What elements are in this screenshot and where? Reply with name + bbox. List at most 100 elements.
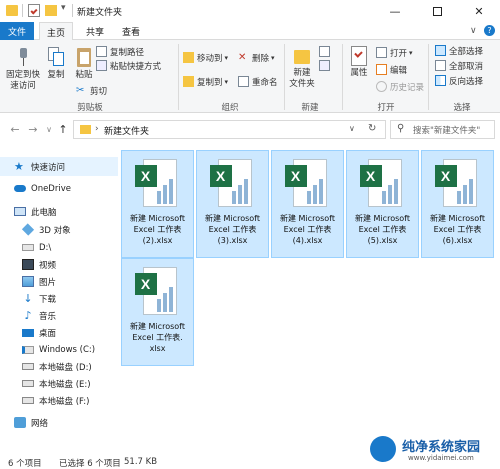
breadcrumb-separator-icon: › <box>95 124 99 134</box>
search-input[interactable]: ⚲ 搜索"新建文件夹" <box>390 120 495 139</box>
desktop-icon <box>22 328 34 337</box>
nav-label: 本地磁盘 (F:) <box>39 396 90 407</box>
move-to-button[interactable]: 移动到 ▾ <box>183 51 228 64</box>
move-to-label: 移动到 <box>197 53 223 64</box>
watermark-logo-icon <box>370 436 396 462</box>
video-icon <box>22 259 34 270</box>
pin-icon <box>16 46 30 68</box>
search-icon: ⚲ <box>397 123 405 134</box>
divider <box>22 4 23 17</box>
excel-file-icon: X <box>358 157 408 211</box>
group-label-select: 选择 <box>453 103 471 113</box>
copy-path-label: 复制路径 <box>110 47 145 58</box>
copy-button[interactable]: 复制 <box>44 46 68 81</box>
nav-label: D:\ <box>39 242 52 253</box>
copy-to-button[interactable]: 复制到 ▾ <box>183 75 228 88</box>
nav-disk-f[interactable]: 本地磁盘 (F:) <box>0 391 118 410</box>
paste-shortcut-button[interactable]: 粘贴快捷方式 <box>96 59 161 72</box>
open-icon <box>376 47 387 58</box>
up-button[interactable]: ↑ <box>56 120 70 139</box>
status-item-count: 6 个项目 <box>8 459 42 469</box>
select-all-button[interactable]: 全部选择 <box>435 44 483 57</box>
download-icon: ↓ <box>23 292 33 305</box>
tab-share[interactable]: 共享 <box>80 22 110 40</box>
select-none-button[interactable]: 全部取消 <box>435 59 483 72</box>
delete-label: 删除 <box>252 53 270 64</box>
new-item-icon[interactable] <box>319 46 330 57</box>
excel-file-icon: X <box>208 157 258 211</box>
close-button[interactable]: ✕ <box>458 0 500 22</box>
forward-button[interactable]: → <box>26 120 40 139</box>
dropdown-icon: ▾ <box>409 48 413 57</box>
nav-quick-access[interactable]: ★ 快速访问 <box>0 157 118 176</box>
easy-access-icon[interactable] <box>319 60 330 71</box>
nav-label: 桌面 <box>39 328 57 339</box>
back-button[interactable]: ← <box>8 120 22 139</box>
pin-label-2: 速访问 <box>10 81 36 91</box>
cut-button[interactable]: ✂ 剪切 <box>76 84 107 97</box>
cloud-icon <box>14 185 26 192</box>
pin-quick-access-button[interactable]: 固定到快 速访问 <box>4 46 42 92</box>
collapse-ribbon-icon[interactable]: ∨ <box>470 26 477 36</box>
tab-file[interactable]: 文件 <box>0 22 34 40</box>
file-name: 新建 Microsoft Excel 工作表 (5).xlsx <box>355 214 410 245</box>
nav-onedrive[interactable]: OneDrive <box>0 179 118 198</box>
watermark-url: www.yidaimei.com <box>408 454 474 462</box>
nav-3d-objects[interactable]: 3D 对象 <box>0 220 118 239</box>
paste-button[interactable]: 粘贴 <box>72 46 96 81</box>
properties-button[interactable]: 属性 <box>346 46 372 79</box>
copy-path-button[interactable]: 复制路径 <box>96 45 144 58</box>
window-title: 新建文件夹 <box>77 8 123 18</box>
copy-path-icon <box>96 46 107 57</box>
scissors-icon: ✂ <box>76 85 85 96</box>
history-label: 历史记录 <box>390 82 425 93</box>
copy-label: 复制 <box>47 70 65 80</box>
edit-button[interactable]: 编辑 <box>376 63 407 76</box>
tab-view[interactable]: 查看 <box>116 22 146 40</box>
paste-shortcut-icon <box>96 60 107 71</box>
history-button[interactable]: 历史记录 <box>376 80 424 93</box>
delete-button[interactable]: ✕ 删除 ▾ <box>238 51 275 64</box>
divider <box>72 4 73 17</box>
nav-this-pc[interactable]: 此电脑 <box>0 202 118 221</box>
nav-network[interactable]: 网络 <box>0 413 118 432</box>
copy-to-icon <box>183 76 194 87</box>
recent-locations-button[interactable]: ∨ <box>42 120 56 139</box>
file-item[interactable]: X 新建 Microsoft Excel 工作表 (6).xlsx <box>421 150 494 258</box>
rename-label: 重命名 <box>252 77 278 88</box>
maximize-button[interactable] <box>416 0 458 22</box>
address-dropdown-icon[interactable]: ∨ <box>349 124 355 133</box>
new-folder-quick-icon[interactable] <box>45 5 57 16</box>
file-item[interactable]: X 新建 Microsoft Excel 工作表 (2).xlsx <box>121 150 194 258</box>
file-item[interactable]: X 新建 Microsoft Excel 工作表 (4).xlsx <box>271 150 344 258</box>
properties-icon <box>351 46 367 66</box>
cube-icon <box>21 223 35 236</box>
divider <box>178 44 179 110</box>
properties-quick-icon[interactable] <box>28 4 40 17</box>
refresh-icon[interactable]: ↻ <box>368 123 376 134</box>
file-item[interactable]: X 新建 Microsoft Excel 工作表 (5).xlsx <box>346 150 419 258</box>
file-item[interactable]: X 新建 Microsoft Excel 工作表 (3).xlsx <box>196 150 269 258</box>
clipboard-icon <box>75 46 93 68</box>
select-none-label: 全部取消 <box>449 61 484 72</box>
nav-label: 本地磁盘 (D:) <box>39 362 92 373</box>
picture-icon <box>22 276 34 287</box>
minimize-button[interactable]: — <box>374 0 416 22</box>
invert-selection-icon <box>435 75 446 86</box>
address-bar[interactable]: › 新建文件夹 ∨ ↻ <box>73 120 386 139</box>
rename-button[interactable]: 重命名 <box>238 75 278 88</box>
customize-quick-access-icon[interactable]: ▾ <box>61 3 66 13</box>
help-icon[interactable]: ? <box>484 25 495 36</box>
invert-selection-button[interactable]: 反向选择 <box>435 74 483 87</box>
tab-home[interactable]: 主页 <box>39 22 73 41</box>
watermark-text: 纯净系统家园 <box>402 440 481 455</box>
drive-icon <box>22 244 34 251</box>
new-folder-button[interactable]: 新建 文件夹 <box>287 46 317 90</box>
properties-label: 属性 <box>350 68 368 78</box>
music-icon: ♪ <box>24 309 32 322</box>
nav-label: 视频 <box>39 260 57 271</box>
open-button[interactable]: 打开 ▾ <box>376 46 413 59</box>
group-label-clipboard: 剪贴板 <box>77 103 103 113</box>
file-item[interactable]: X 新建 Microsoft Excel 工作表. xlsx <box>121 258 194 366</box>
breadcrumb[interactable]: 新建文件夹 <box>104 124 149 137</box>
